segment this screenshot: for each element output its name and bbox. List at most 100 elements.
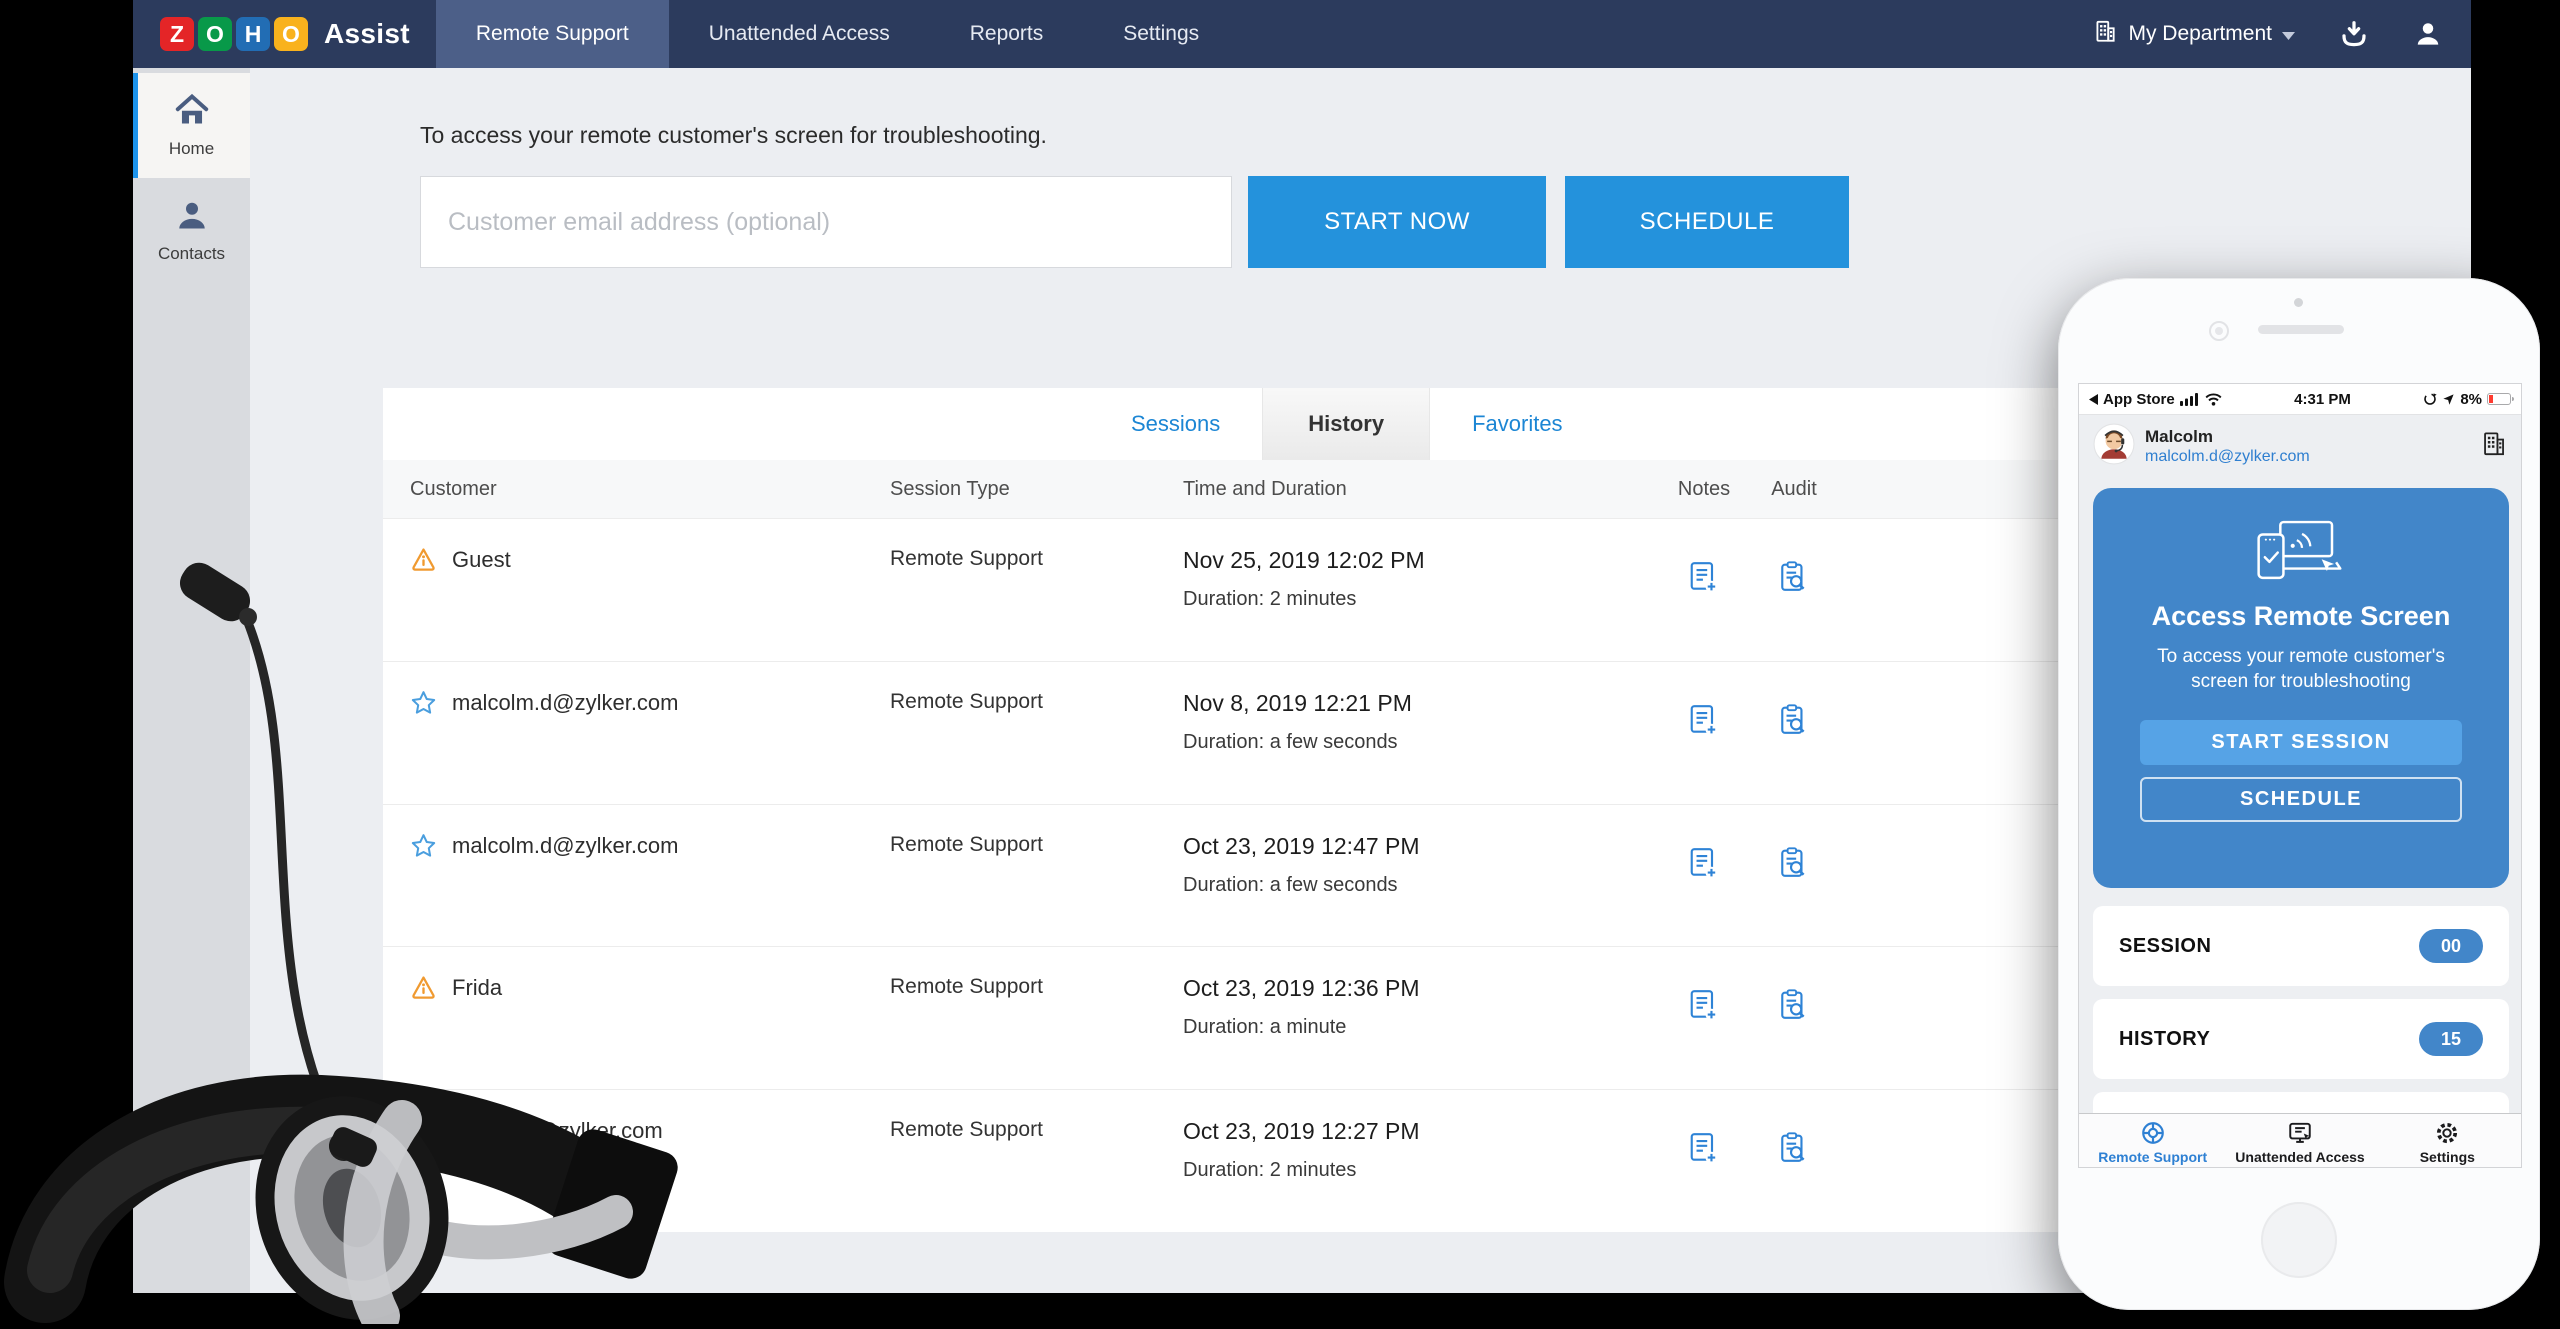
gear-icon	[2434, 1120, 2460, 1146]
contacts-icon	[174, 198, 210, 237]
counter-badge: 00	[2419, 929, 2483, 963]
chevron-down-icon	[2282, 22, 2295, 46]
col-audit: Audit	[1744, 478, 1844, 501]
orientation-lock-icon	[2423, 392, 2437, 406]
primary-nav: Remote Support Unattended Access Reports…	[436, 0, 1239, 68]
remote-devices-icon	[2093, 520, 2509, 587]
add-note-icon[interactable]	[1690, 847, 1718, 879]
logo-tile-h: H	[236, 17, 270, 51]
session-duration: Duration: 2 minutes	[1183, 1159, 1664, 1182]
start-session-button: START SESSION	[2140, 720, 2462, 765]
history-counter-card: HISTORY 15	[2093, 999, 2509, 1079]
session-type: Remote Support	[890, 690, 1183, 804]
status-right: 8%	[2423, 391, 2511, 408]
home-icon	[174, 93, 210, 132]
alert-icon	[410, 974, 437, 1007]
phone-profile-row: Malcolm malcolm.d@zylker.com	[2079, 415, 2521, 477]
logo-tile-o2: O	[274, 17, 308, 51]
nav-tab-unattended-access[interactable]: Unattended Access	[669, 0, 930, 68]
location-arrow-icon	[2442, 393, 2455, 406]
start-now-button[interactable]: START NOW	[1248, 176, 1546, 268]
navbar-right: My Department	[2092, 18, 2443, 50]
session-type: Remote Support	[890, 833, 1183, 947]
session-time: Oct 23, 2019 12:27 PM	[1183, 1118, 1664, 1145]
session-counter-card: SESSION 00	[2093, 906, 2509, 986]
tab-favorites[interactable]: Favorites	[1430, 388, 1604, 460]
remote-card-title: Access Remote Screen	[2093, 601, 2509, 632]
lifesaver-icon	[2140, 1120, 2166, 1146]
customer-name: malcolm.d@zylker.com	[452, 690, 679, 716]
status-left: App Store	[2089, 391, 2222, 408]
phone-nav-label: Settings	[2420, 1149, 2475, 1165]
customer-email-input[interactable]	[420, 176, 1232, 268]
session-time: Oct 23, 2019 12:47 PM	[1183, 833, 1664, 860]
top-navbar: Z O H O Assist Remote Support Unattended…	[133, 0, 2471, 68]
phone-speaker	[2258, 325, 2344, 334]
audit-icon[interactable]	[1780, 1132, 1808, 1164]
audit-icon[interactable]	[1780, 704, 1808, 736]
sidebar-item-home[interactable]: Home	[133, 73, 250, 178]
star-icon[interactable]	[410, 1117, 437, 1150]
customer-name: Guest	[452, 547, 511, 573]
zoho-logo: Z O H O Assist	[160, 17, 410, 51]
add-note-icon[interactable]	[1690, 1132, 1718, 1164]
monitor-icon	[2287, 1120, 2313, 1146]
audit-icon[interactable]	[1780, 561, 1808, 593]
back-label: App Store	[2103, 391, 2175, 408]
nav-tab-settings[interactable]: Settings	[1083, 0, 1239, 68]
sidebar-item-label: Home	[169, 139, 214, 159]
session-duration: Duration: a minute	[1183, 1016, 1664, 1039]
battery-percent: 8%	[2460, 391, 2482, 408]
add-note-icon[interactable]	[1690, 561, 1718, 593]
nav-tab-remote-support[interactable]: Remote Support	[436, 0, 669, 68]
phone-nav-label: Remote Support	[2098, 1149, 2207, 1165]
session-type: Remote Support	[890, 975, 1183, 1089]
phone-home-button	[2261, 1202, 2337, 1278]
profile-name: Malcolm	[2145, 427, 2310, 447]
schedule-button[interactable]: SCHEDULE	[1565, 176, 1849, 268]
user-icon[interactable]	[2413, 19, 2443, 49]
audit-icon[interactable]	[1780, 847, 1808, 879]
customer-name: malcolm.d@zylker.com	[452, 833, 679, 859]
wifi-icon	[2205, 393, 2222, 406]
phone-nav-settings: Settings	[2374, 1114, 2521, 1168]
session-time: Nov 25, 2019 12:02 PM	[1183, 547, 1664, 574]
session-type: Remote Support	[890, 1118, 1183, 1232]
session-type: Remote Support	[890, 547, 1183, 661]
signal-bars-icon	[2180, 393, 2200, 406]
session-duration: Duration: a few seconds	[1183, 874, 1664, 897]
logo-tile-z: Z	[160, 17, 194, 51]
phone-nav-label: Unattended Access	[2235, 1149, 2364, 1165]
col-session-type: Session Type	[890, 478, 1183, 501]
nav-tab-reports[interactable]: Reports	[930, 0, 1084, 68]
star-icon[interactable]	[410, 832, 437, 865]
audit-icon[interactable]	[1780, 989, 1808, 1021]
customer-name: jonathan@zylker.com	[452, 1118, 663, 1144]
tab-history[interactable]: History	[1262, 388, 1430, 460]
counter-label: SESSION	[2119, 935, 2211, 958]
add-note-icon[interactable]	[1690, 989, 1718, 1021]
department-label: My Department	[2128, 22, 2272, 46]
department-icon	[2480, 430, 2507, 462]
status-time: 4:31 PM	[2222, 391, 2424, 408]
left-sidebar: Home Contacts	[133, 68, 250, 1293]
profile-text: Malcolm malcolm.d@zylker.com	[2145, 427, 2310, 466]
phone-schedule-button: SCHEDULE	[2140, 777, 2462, 822]
col-customer: Customer	[383, 478, 890, 501]
department-selector[interactable]: My Department	[2092, 18, 2295, 50]
tab-sessions[interactable]: Sessions	[1089, 388, 1262, 460]
intro-text: To access your remote customer's screen …	[420, 122, 1047, 149]
department-icon	[2092, 18, 2118, 50]
battery-icon	[2487, 393, 2511, 405]
phone-nav-remote-support: Remote Support	[2079, 1114, 2226, 1168]
session-time: Oct 23, 2019 12:36 PM	[1183, 975, 1664, 1002]
brand-name: Assist	[324, 18, 410, 50]
customer-name: Frida	[452, 975, 502, 1001]
logo-tile-o1: O	[198, 17, 232, 51]
star-icon[interactable]	[410, 689, 437, 722]
add-note-icon[interactable]	[1690, 704, 1718, 736]
download-icon[interactable]	[2339, 19, 2369, 49]
session-duration: Duration: 2 minutes	[1183, 588, 1664, 611]
phone-camera-dot	[2294, 298, 2303, 307]
sidebar-item-contacts[interactable]: Contacts	[133, 178, 250, 283]
